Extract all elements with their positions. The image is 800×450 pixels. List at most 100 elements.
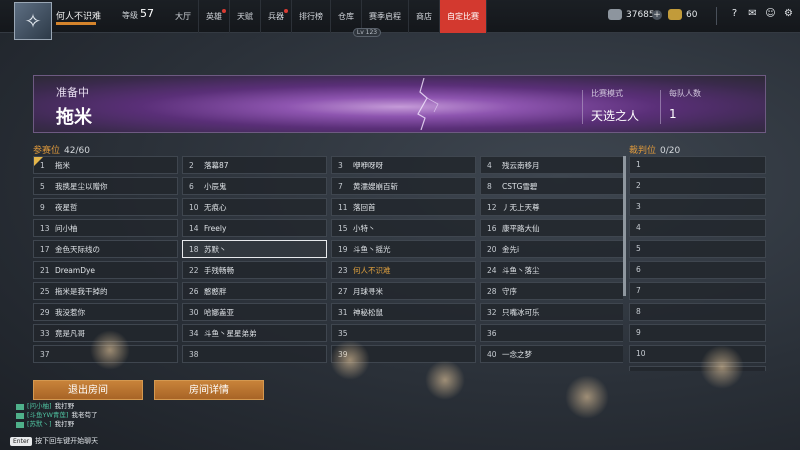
room-status: 准备中 (56, 86, 89, 99)
slot-number: 1 (40, 160, 45, 170)
nav-tab[interactable]: 天赋 (230, 0, 261, 33)
participant-slot[interactable]: 13 问小柚 (33, 219, 178, 237)
participant-slot[interactable]: 7 黄濡嫂崩百斩 (331, 177, 476, 195)
slot-number: 15 (338, 223, 348, 233)
player-name: Freely (204, 223, 227, 233)
participant-slot[interactable]: 31 神秘松鼠 (331, 303, 476, 321)
participant-slot[interactable]: 22 手残畅畅 (182, 261, 327, 279)
participants-label: 参赛位 (33, 146, 61, 156)
nav-tab[interactable]: 自定比赛 (440, 0, 487, 33)
slot-number: 30 (189, 307, 199, 317)
player-name: 何人不识难 (56, 12, 102, 22)
nav-tab[interactable]: 商店 (409, 0, 440, 33)
room-details-button[interactable]: 房间详情 (154, 380, 264, 400)
participant-slot[interactable]: 27 月球寻米 (331, 282, 476, 300)
participant-slot[interactable]: 33 竟是凡哥 (33, 324, 178, 342)
participant-slot[interactable]: 17 金色天际线の (33, 240, 178, 258)
participant-slot[interactable]: 9 夜星哲 (33, 198, 178, 216)
player-name: 守序 (502, 286, 517, 296)
help-icon[interactable]: ? (729, 8, 740, 19)
nav-tab[interactable]: 大厅 (168, 0, 199, 33)
avatar[interactable]: ✧ (14, 2, 52, 40)
nav-tab[interactable]: 英雄 (199, 0, 230, 33)
participant-slot[interactable]: 12 丿无上天尊 (480, 198, 623, 216)
referee-slot[interactable]: 7 (629, 282, 766, 300)
chat-hint-text: 按下回车键开始聊天 (35, 437, 99, 445)
chat-sender[interactable]: [斗鱼YW青莲] (27, 411, 68, 420)
nav-tab-label: 天赋 (237, 12, 253, 21)
add-currency-icon[interactable]: + (652, 10, 662, 20)
participant-slot[interactable]: 25 拖米是我干掉的 (33, 282, 178, 300)
participants-count: 42/60 (64, 146, 90, 156)
participant-slot[interactable]: 4 残云南移月 (480, 156, 623, 174)
channel-icon (16, 403, 24, 410)
referee-slot[interactable]: 10 (629, 345, 766, 363)
participant-slot[interactable]: 32 只嘴冰可乐 (480, 303, 623, 321)
participant-slot[interactable]: 26 憨憨胖 (182, 282, 327, 300)
referee-slot[interactable]: 1 (629, 156, 766, 174)
chat-text: 我打野 (54, 420, 75, 428)
referee-slot[interactable]: 4 (629, 219, 766, 237)
participant-slot[interactable]: 8 CSTG雪碧 (480, 177, 623, 195)
player-name: 问小柚 (55, 223, 78, 233)
referee-slot[interactable]: 6 (629, 261, 766, 279)
exit-room-button[interactable]: 退出房间 (33, 380, 143, 400)
player-name: 竟是凡哥 (55, 328, 85, 338)
mail-icon[interactable]: ✉ (747, 8, 758, 19)
participant-slot[interactable]: 18 苏默丶 (182, 240, 327, 258)
slot-number: 11 (338, 202, 348, 212)
chat-hint[interactable]: Enter 按下回车键开始聊天 (10, 436, 98, 446)
referee-slot[interactable]: 2 (629, 177, 766, 195)
referees-label: 裁判位 (629, 146, 657, 156)
nav-tab[interactable]: 排行榜 (292, 0, 331, 33)
participant-slot[interactable]: 14 Freely (182, 219, 327, 237)
chat-sender[interactable]: [苏默丶] (27, 420, 52, 429)
chat-sender[interactable]: [问小柚] (27, 402, 52, 411)
referees-panel: 1 2 3 4 5 6 7 8 9 10 11 (629, 156, 766, 371)
friends-icon[interactable]: ☺ (765, 8, 776, 19)
slot-number: 23 (338, 265, 348, 275)
player-name: 金先i (502, 244, 520, 254)
participant-slot[interactable]: 2 落幕87 (182, 156, 327, 174)
participant-slot[interactable]: 15 小特丶 (331, 219, 476, 237)
participant-slot[interactable]: 3 咿咿呀呀 (331, 156, 476, 174)
participant-slot[interactable]: 30 哈娜盖亚 (182, 303, 327, 321)
participant-slot[interactable]: 36 (480, 324, 623, 342)
referee-slot[interactable]: 11 (629, 366, 766, 371)
participant-slot[interactable]: 5 我携星尘以赠你 (33, 177, 178, 195)
referee-slot[interactable]: 5 (629, 240, 766, 258)
participant-slot[interactable]: 1 拖米 (33, 156, 178, 174)
participant-slot[interactable]: 10 无痕心 (182, 198, 327, 216)
chat-log: [问小柚] 我打野 [斗鱼YW青莲] 我老苟了 [苏默丶] 我打野 (16, 402, 97, 429)
participant-slot[interactable]: 39 (331, 345, 476, 363)
participant-slot[interactable]: 37 (33, 345, 178, 363)
slot-number: 25 (40, 286, 50, 296)
participant-slot[interactable]: 35 (331, 324, 476, 342)
participant-slot[interactable]: 21 DreamDye (33, 261, 178, 279)
participant-slot[interactable]: 40 一念之梦 (480, 345, 623, 363)
participant-slot[interactable]: 28 守序 (480, 282, 623, 300)
participant-slot[interactable]: 11 落回首 (331, 198, 476, 216)
referees-list: 1 2 3 4 5 6 7 8 9 10 11 (629, 156, 766, 371)
slot-number: 19 (338, 244, 348, 254)
participant-slot[interactable]: 16 康平路大仙 (480, 219, 623, 237)
nav-tab[interactable]: 兵器 (261, 0, 292, 33)
slot-number: 5 (40, 181, 45, 191)
participants-grid: 1 拖米 2 落幕87 3 咿咿呀呀 4 残云南移月 5 我携星尘以赠你 6 小辰鬼 7 黄濡嫂崩百斩 8 C… (33, 156, 623, 363)
participant-slot[interactable]: 20 金先i (480, 240, 623, 258)
participant-slot[interactable]: 38 (182, 345, 327, 363)
participant-slot[interactable]: 19 斗鱼丶摇光 (331, 240, 476, 258)
referee-slot[interactable]: 3 (629, 198, 766, 216)
settings-icon[interactable]: ⚙ (783, 8, 794, 19)
participant-slot[interactable]: 24 斗鱼丶落尘 (480, 261, 623, 279)
participant-slot[interactable]: 6 小辰鬼 (182, 177, 327, 195)
participant-slot[interactable]: 29 我没惹你 (33, 303, 178, 321)
participants-scrollbar[interactable] (623, 156, 626, 296)
participant-slot[interactable]: 34 斗鱼丶星星弟弟 (182, 324, 327, 342)
referee-slot[interactable]: 9 (629, 324, 766, 342)
participant-slot[interactable]: 23 何人不识难 (331, 261, 476, 279)
slot-number: 13 (40, 223, 50, 233)
channel-icon (16, 421, 24, 428)
nav-tab-label: 商店 (416, 12, 432, 21)
referee-slot[interactable]: 8 (629, 303, 766, 321)
